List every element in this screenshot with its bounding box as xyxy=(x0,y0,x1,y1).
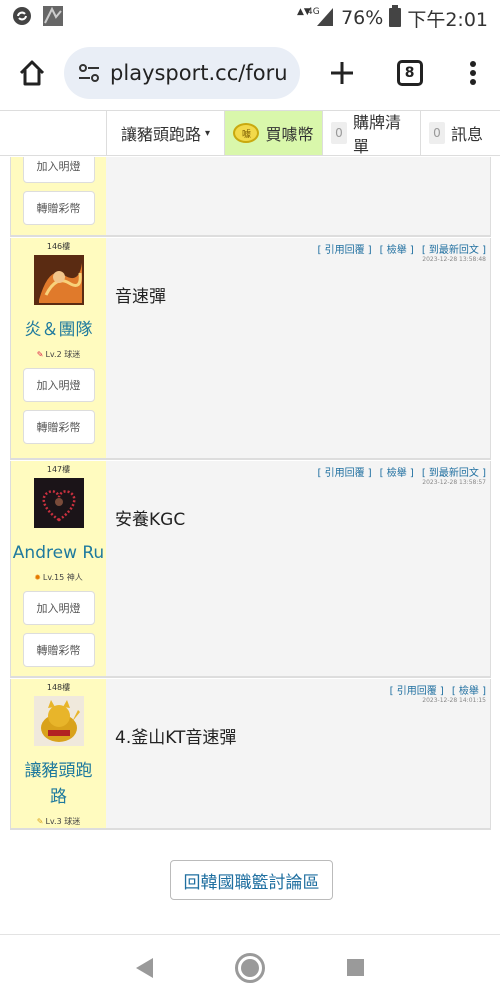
site-settings-icon[interactable] xyxy=(76,60,102,86)
back-icon[interactable] xyxy=(136,957,153,978)
floor-number: 146樓 xyxy=(46,242,71,251)
level-icon: ✹ xyxy=(34,573,41,582)
system-nav-bar xyxy=(0,934,500,1000)
add-light-button[interactable]: 加入明燈 xyxy=(22,368,95,402)
report-link[interactable]: [ 檢舉 ] xyxy=(380,241,414,256)
battery-icon xyxy=(389,4,402,32)
home-icon xyxy=(19,60,45,86)
level-icon: ✎ xyxy=(36,817,44,826)
user-menu[interactable]: 讓豬頭跑路 ▾ xyxy=(107,111,225,155)
author-level: ✎ Lv.2 球迷 xyxy=(37,349,80,360)
post-author-panel: 147樓 Andrew Ru ✹ Lv.15 神人 加入明燈 轉贈彩幣 xyxy=(11,461,106,676)
messages-label: 訊息 xyxy=(451,125,484,144)
post-actions: [ 引用回覆 ] [ 檢舉 ] [ 到最新回文 ] xyxy=(317,241,486,256)
level-text: Lv.3 球迷 xyxy=(45,817,81,826)
post-timestamp: 2023-12-28 14:01:15 xyxy=(422,697,486,704)
latest-reply-link[interactable]: [ 到最新回文 ] xyxy=(422,241,486,256)
url-bar[interactable]: playsport.cc/foru xyxy=(64,47,300,99)
level-text: Lv.2 球迷 xyxy=(45,350,81,359)
author-level: ✎ Lv.3 球迷 xyxy=(37,816,80,827)
post-body xyxy=(106,157,490,235)
report-link[interactable]: [ 檢舉 ] xyxy=(452,682,486,697)
new-tab-button[interactable] xyxy=(318,48,366,98)
back-to-forum-button[interactable]: 回韓國職籃討論區 xyxy=(170,860,333,900)
gift-coin-button[interactable]: 轉贈彩幣 xyxy=(22,633,95,667)
avatar[interactable] xyxy=(33,478,84,528)
clock: 下午2:01 xyxy=(407,8,488,31)
post-body: [ 引用回覆 ] [ 檢舉 ] [ 到最新回文 ] 2023-12-28 13:… xyxy=(106,238,490,458)
user-menu-label: 讓豬頭跑路 xyxy=(120,125,201,144)
url-text: playsport.cc/foru xyxy=(110,61,288,85)
message-count: 0 xyxy=(429,122,445,144)
report-link[interactable]: [ 檢舉 ] xyxy=(380,464,414,479)
post-content: 4.釜山KT音速彈 xyxy=(115,728,237,748)
avatar[interactable] xyxy=(33,696,84,746)
gift-coin-button[interactable]: 轉贈彩幣 xyxy=(22,410,95,444)
nav-spacer xyxy=(0,111,107,155)
post-timestamp: 2023-12-28 13:58:57 xyxy=(422,479,486,486)
battery-percent: 76% xyxy=(341,7,384,29)
cart-count: 0 xyxy=(331,122,347,144)
author-level: ✹ Lv.15 神人 xyxy=(34,572,83,583)
post-body: [ 引用回覆 ] [ 檢舉 ] 2023-12-28 14:01:15 4.釜山… xyxy=(106,679,490,828)
level-icon: ✎ xyxy=(36,350,44,359)
post-148: 148樓 讓豬頭跑路 ✎ Lv.3 球迷 [ 引用回覆 ] [ 檢舉 ] 202… xyxy=(10,679,491,830)
quote-reply-link[interactable]: [ 引用回覆 ] xyxy=(390,682,444,697)
avatar[interactable] xyxy=(33,255,84,305)
tab-count: 8 xyxy=(396,60,423,86)
buy-coin-link[interactable]: 噱 買噱幣 xyxy=(225,111,323,155)
tab-switcher-button[interactable]: 8 xyxy=(386,48,434,98)
level-text: Lv.15 神人 xyxy=(42,573,83,582)
post-content: 音速彈 xyxy=(115,287,166,307)
author-name[interactable]: 讓豬頭跑路 xyxy=(19,758,99,810)
caret-down-icon: ▾ xyxy=(204,127,211,139)
browser-toolbar: playsport.cc/foru 8 xyxy=(0,36,500,110)
quote-reply-link[interactable]: [ 引用回覆 ] xyxy=(317,464,371,479)
post-actions: [ 引用回覆 ] [ 檢舉 ] [ 到最新回文 ] xyxy=(317,464,486,479)
post-author-panel: 146樓 炎＆團隊 ✎ Lv.2 球迷 加入明燈 轉贈彩幣 xyxy=(11,238,106,458)
floor-number: 148樓 xyxy=(46,683,71,692)
plus-icon xyxy=(330,62,353,84)
add-light-button[interactable]: 加入明燈 xyxy=(22,157,95,183)
coin-icon: 噱 xyxy=(233,123,260,143)
post-partial: 加入明燈 轉贈彩幣 xyxy=(10,157,491,237)
messages-link[interactable]: 0 訊息 xyxy=(421,111,500,155)
add-light-button[interactable]: 加入明燈 xyxy=(22,591,95,625)
menu-button[interactable] xyxy=(454,48,492,98)
buy-coin-label: 買噱幣 xyxy=(265,125,314,144)
signal-icon: ▲▼ 4G xyxy=(295,5,335,32)
app-notification-icon xyxy=(42,5,64,32)
post-author-panel: 148樓 讓豬頭跑路 ✎ Lv.3 球迷 xyxy=(11,679,106,828)
post-content: 安養KGC xyxy=(115,510,186,530)
more-vert-icon xyxy=(469,61,476,85)
sync-icon xyxy=(12,6,32,31)
home-circle-icon[interactable] xyxy=(235,952,265,983)
quote-reply-link[interactable]: [ 引用回覆 ] xyxy=(317,241,371,256)
recent-apps-icon[interactable] xyxy=(347,959,364,976)
latest-reply-link[interactable]: [ 到最新回文 ] xyxy=(422,464,486,479)
post-147: 147樓 Andrew Ru ✹ Lv.15 神人 加入明燈 轉贈彩幣 [ 引用… xyxy=(10,461,491,678)
post-actions: [ 引用回覆 ] [ 檢舉 ] xyxy=(390,682,486,697)
network-type: 4G xyxy=(307,7,320,17)
floor-number: 147樓 xyxy=(46,465,71,474)
home-button[interactable] xyxy=(8,48,56,98)
post-body: [ 引用回覆 ] [ 檢舉 ] [ 到最新回文 ] 2023-12-28 13:… xyxy=(106,461,490,676)
cart-link[interactable]: 0 購牌清單 xyxy=(323,111,421,156)
site-nav: 讓豬頭跑路 ▾ 噱 買噱幣 0 購牌清單 0 訊息 xyxy=(0,110,500,156)
author-name[interactable]: 炎＆團隊 xyxy=(25,317,93,343)
author-name[interactable]: Andrew Ru xyxy=(13,540,104,566)
post-timestamp: 2023-12-28 13:58:48 xyxy=(422,256,486,263)
post-list: 加入明燈 轉贈彩幣 146樓 炎＆團隊 ✎ Lv.2 球迷 加入明燈 轉贈彩幣 xyxy=(10,157,491,830)
status-bar: ▲▼ 4G 76% 下午2:01 xyxy=(0,0,500,36)
gift-coin-button[interactable]: 轉贈彩幣 xyxy=(22,191,95,225)
post-author-panel: 加入明燈 轉贈彩幣 xyxy=(11,157,106,235)
post-146: 146樓 炎＆團隊 ✎ Lv.2 球迷 加入明燈 轉贈彩幣 [ 引用回覆 ] [… xyxy=(10,238,491,460)
cart-label: 購牌清單 xyxy=(353,113,402,156)
